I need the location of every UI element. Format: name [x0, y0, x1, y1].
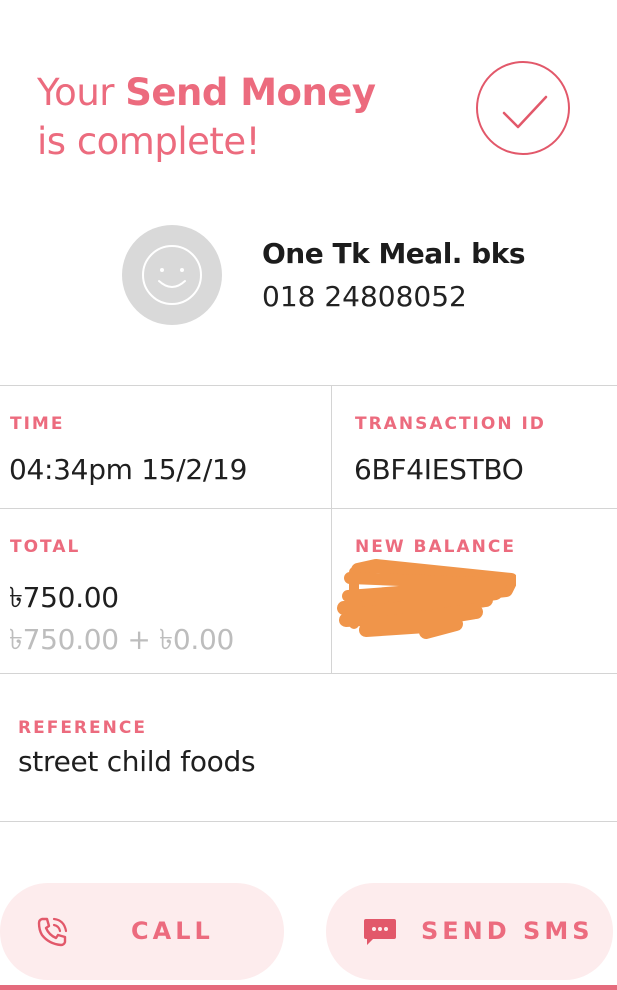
chat-bubble-icon	[364, 919, 396, 945]
divider	[0, 385, 617, 386]
call-button[interactable]: CALL	[0, 883, 284, 980]
divider	[0, 673, 617, 674]
reference-value: street child foods	[18, 745, 256, 778]
transaction-id-label: TRANSACTION ID	[355, 414, 546, 434]
phone-call-icon	[37, 917, 68, 947]
time-value: 04:34pm 15/2/19	[9, 453, 248, 486]
divider	[0, 508, 617, 509]
recipient-phone: 018 24808052	[262, 280, 467, 313]
total-label: TOTAL	[10, 537, 81, 557]
divider	[0, 821, 617, 822]
smiley-avatar-icon	[122, 225, 222, 325]
call-label: CALL	[131, 917, 214, 945]
transaction-id-value[interactable]: 6BF4IESTBO	[354, 453, 524, 486]
column-divider	[331, 385, 332, 673]
header-prefix: Your	[37, 71, 115, 114]
redaction-scribble	[337, 559, 516, 639]
total-breakdown: ৳750.00 + ৳0.00	[9, 623, 234, 656]
new-balance-label: NEW BALANCE	[355, 537, 516, 557]
success-header: Your Send Money is complete!	[37, 68, 376, 166]
header-bold: Send Money	[125, 71, 376, 114]
bottom-accent-bar	[0, 985, 617, 990]
recipient-name: One Tk Meal. bks	[262, 237, 526, 270]
reference-label: REFERENCE	[18, 718, 147, 738]
total-value: ৳750.00	[9, 581, 119, 614]
send-sms-button[interactable]: SEND SMS	[326, 883, 613, 980]
send-sms-label: SEND SMS	[421, 917, 594, 945]
header-line-2: is complete!	[37, 120, 260, 163]
check-icon	[476, 61, 570, 155]
time-label: TIME	[10, 414, 65, 434]
header-line-1: Your Send Money	[37, 68, 376, 117]
